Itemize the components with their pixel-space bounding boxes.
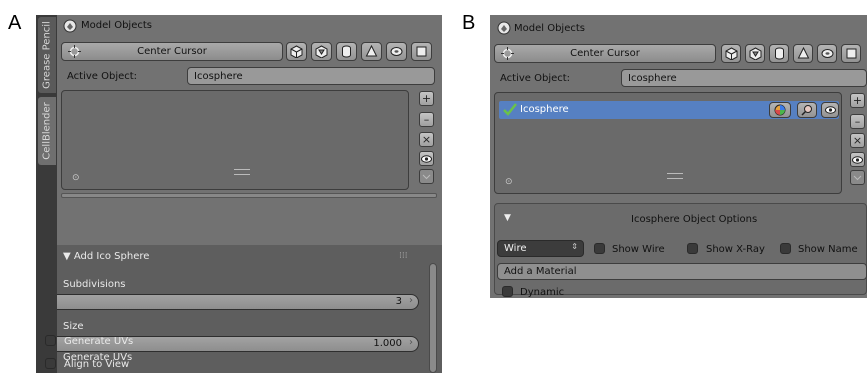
resize-dot-icon[interactable]: ⊙ <box>505 177 513 187</box>
scrollbar[interactable] <box>429 263 437 373</box>
panel-header-title: Model Objects <box>81 20 152 31</box>
torus-icon[interactable] <box>386 42 407 61</box>
chevron-down-icon[interactable] <box>419 169 434 184</box>
chevron-down-icon[interactable] <box>850 170 865 185</box>
vertical-tab-strip: Grease Pencil CellBlender <box>36 15 58 373</box>
x-icon[interactable]: × <box>419 132 434 147</box>
object-list[interactable]: Icosphere ⊙ <box>494 92 842 194</box>
dynamic-checkbox[interactable] <box>502 286 513 297</box>
model-objects-icon <box>497 21 511 35</box>
checkmark-icon <box>503 103 517 119</box>
cube-icon[interactable] <box>286 42 307 61</box>
panel-b: Model Objects Center Cursor Active Objec… <box>490 15 867 298</box>
minus-icon[interactable]: – <box>850 114 865 129</box>
generate-uvs-checkbox[interactable] <box>45 335 56 346</box>
eye-icon[interactable] <box>821 102 839 118</box>
align-to-view-label: Align to View <box>64 359 130 370</box>
updown-arrow-icon: ⇕ <box>571 242 578 251</box>
active-object-field[interactable]: Icosphere <box>621 69 867 87</box>
plane-icon[interactable] <box>841 44 861 63</box>
resize-dot-icon[interactable]: ⊙ <box>72 173 80 183</box>
center-cursor-button[interactable]: Center Cursor <box>61 42 283 61</box>
dynamic-label: Dynamic <box>520 287 565 298</box>
object-list[interactable]: ⊙ <box>61 90 409 190</box>
color-wheel-icon[interactable] <box>769 102 791 118</box>
list-item[interactable]: Icosphere <box>499 101 839 119</box>
crosshair-icon <box>68 45 81 61</box>
increase-arrow-icon[interactable]: › <box>409 295 413 306</box>
cone-icon[interactable] <box>793 44 813 63</box>
eye-icon[interactable] <box>419 151 434 166</box>
options-title: Icosphere Object Options <box>631 214 758 225</box>
show-wire-label: Show Wire <box>612 244 665 255</box>
model-objects-icon <box>63 19 77 33</box>
align-to-view-checkbox[interactable] <box>45 358 56 369</box>
active-object-label: Active Object: <box>67 71 138 82</box>
cube-icon[interactable] <box>721 44 741 63</box>
crosshair-icon <box>501 47 514 63</box>
section-title[interactable]: ▼ Add Ico Sphere <box>63 251 149 262</box>
tab-grease-pencil[interactable]: Grease Pencil <box>38 17 56 93</box>
horizontal-divider <box>61 193 437 198</box>
magnifier-icon[interactable] <box>797 102 817 118</box>
ico-sphere-icon[interactable] <box>745 44 765 63</box>
list-resize-grip[interactable] <box>667 173 683 179</box>
show-xray-label: Show X-Ray <box>706 244 765 255</box>
size-label: Size <box>63 321 84 332</box>
display-type-dropdown[interactable]: Wire ⇕ <box>497 240 584 257</box>
generate-uvs-label-text: Generate UVs <box>64 336 134 347</box>
panel-a: Model Objects Center Cursor Active Objec… <box>57 15 442 373</box>
increase-arrow-icon[interactable]: › <box>409 337 413 348</box>
list-resize-grip[interactable] <box>234 169 250 175</box>
show-wire-checkbox[interactable] <box>594 243 605 254</box>
cylinder-icon[interactable] <box>336 42 357 61</box>
chevron-down-icon[interactable]: ▼ <box>504 213 511 223</box>
figure-label-a: A <box>8 12 22 34</box>
center-cursor-button[interactable]: Center Cursor <box>494 44 716 63</box>
subdivisions-label: Subdivisions <box>63 279 126 290</box>
x-icon[interactable]: × <box>850 133 865 148</box>
plus-icon[interactable]: + <box>419 91 434 106</box>
chevron-down-icon: ▼ <box>63 251 74 262</box>
cylinder-icon[interactable] <box>769 44 789 63</box>
torus-icon[interactable] <box>817 44 837 63</box>
figure-label-b: B <box>462 12 476 34</box>
cone-icon[interactable] <box>361 42 382 61</box>
active-object-field[interactable]: Icosphere <box>187 67 435 85</box>
show-name-checkbox[interactable] <box>780 243 791 254</box>
eye-icon[interactable] <box>850 152 865 167</box>
list-item-label: Icosphere <box>520 104 569 115</box>
ico-sphere-icon[interactable] <box>311 42 332 61</box>
minus-icon[interactable]: – <box>419 112 434 127</box>
plane-icon[interactable] <box>411 42 432 61</box>
panel-header-title: Model Objects <box>514 23 585 34</box>
add-material-button[interactable]: Add a Material <box>497 263 867 280</box>
show-xray-checkbox[interactable] <box>687 243 698 254</box>
active-object-label: Active Object: <box>500 73 571 84</box>
subdivisions-slider[interactable]: ‹ 3 › <box>57 294 419 310</box>
show-name-label: Show Name <box>798 244 858 255</box>
plus-icon[interactable]: + <box>850 93 865 108</box>
tab-cellblender[interactable]: CellBlender <box>38 97 56 165</box>
drag-grip-icon[interactable]: ⁞⁞⁞ <box>399 251 408 261</box>
